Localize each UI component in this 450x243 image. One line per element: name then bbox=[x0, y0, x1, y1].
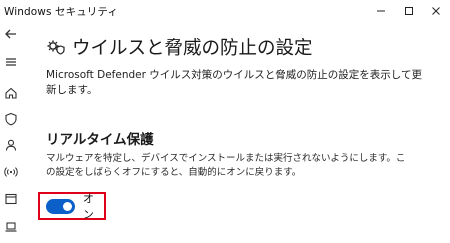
realtime-protection-description: マルウェアを特定し、デバイスでインストールまたは実行されないようにします。この設… bbox=[46, 153, 406, 178]
page-header: ウイルスと脅威の防止の設定 bbox=[46, 35, 313, 59]
menu-button[interactable] bbox=[2, 53, 20, 71]
home-icon bbox=[5, 87, 17, 99]
realtime-protection-title: リアルタイム保護 bbox=[46, 132, 154, 148]
maximize-button[interactable] bbox=[398, 2, 420, 20]
page-title: ウイルスと脅威の防止の設定 bbox=[72, 38, 313, 59]
nav-home[interactable] bbox=[2, 84, 20, 102]
close-icon bbox=[432, 7, 440, 15]
minimize-icon bbox=[377, 10, 385, 12]
laptop-icon bbox=[5, 222, 17, 232]
realtime-protection-toggle-highlight: オン bbox=[38, 192, 106, 221]
title-bar: Windows セキュリティ bbox=[0, 0, 450, 22]
toggle-state-label: オン bbox=[82, 192, 94, 221]
hamburger-icon bbox=[6, 58, 16, 66]
realtime-protection-toggle[interactable] bbox=[46, 198, 75, 214]
toggle-knob bbox=[62, 201, 72, 211]
maximize-icon bbox=[405, 7, 413, 15]
minimize-button[interactable] bbox=[370, 2, 392, 20]
nav-virus-protection[interactable] bbox=[2, 110, 20, 128]
app-window-icon bbox=[5, 193, 17, 205]
gear-shield-icon bbox=[47, 40, 65, 55]
nav-account-protection[interactable] bbox=[2, 136, 20, 154]
close-button[interactable] bbox=[425, 2, 447, 20]
nav-firewall-network[interactable] bbox=[2, 163, 20, 181]
nav-app-browser-control[interactable] bbox=[2, 190, 20, 208]
app-title: Windows セキュリティ bbox=[4, 6, 118, 18]
nav-device-security[interactable] bbox=[2, 218, 20, 236]
wifi-icon bbox=[4, 167, 18, 177]
page-description: Microsoft Defender ウイルス対策のウイルスと脅威の防止の設定を… bbox=[46, 69, 422, 96]
back-button[interactable] bbox=[2, 25, 20, 43]
back-arrow-icon bbox=[5, 29, 16, 39]
navigation-rail bbox=[0, 22, 22, 243]
shield-icon bbox=[5, 112, 17, 126]
person-icon bbox=[5, 139, 17, 151]
